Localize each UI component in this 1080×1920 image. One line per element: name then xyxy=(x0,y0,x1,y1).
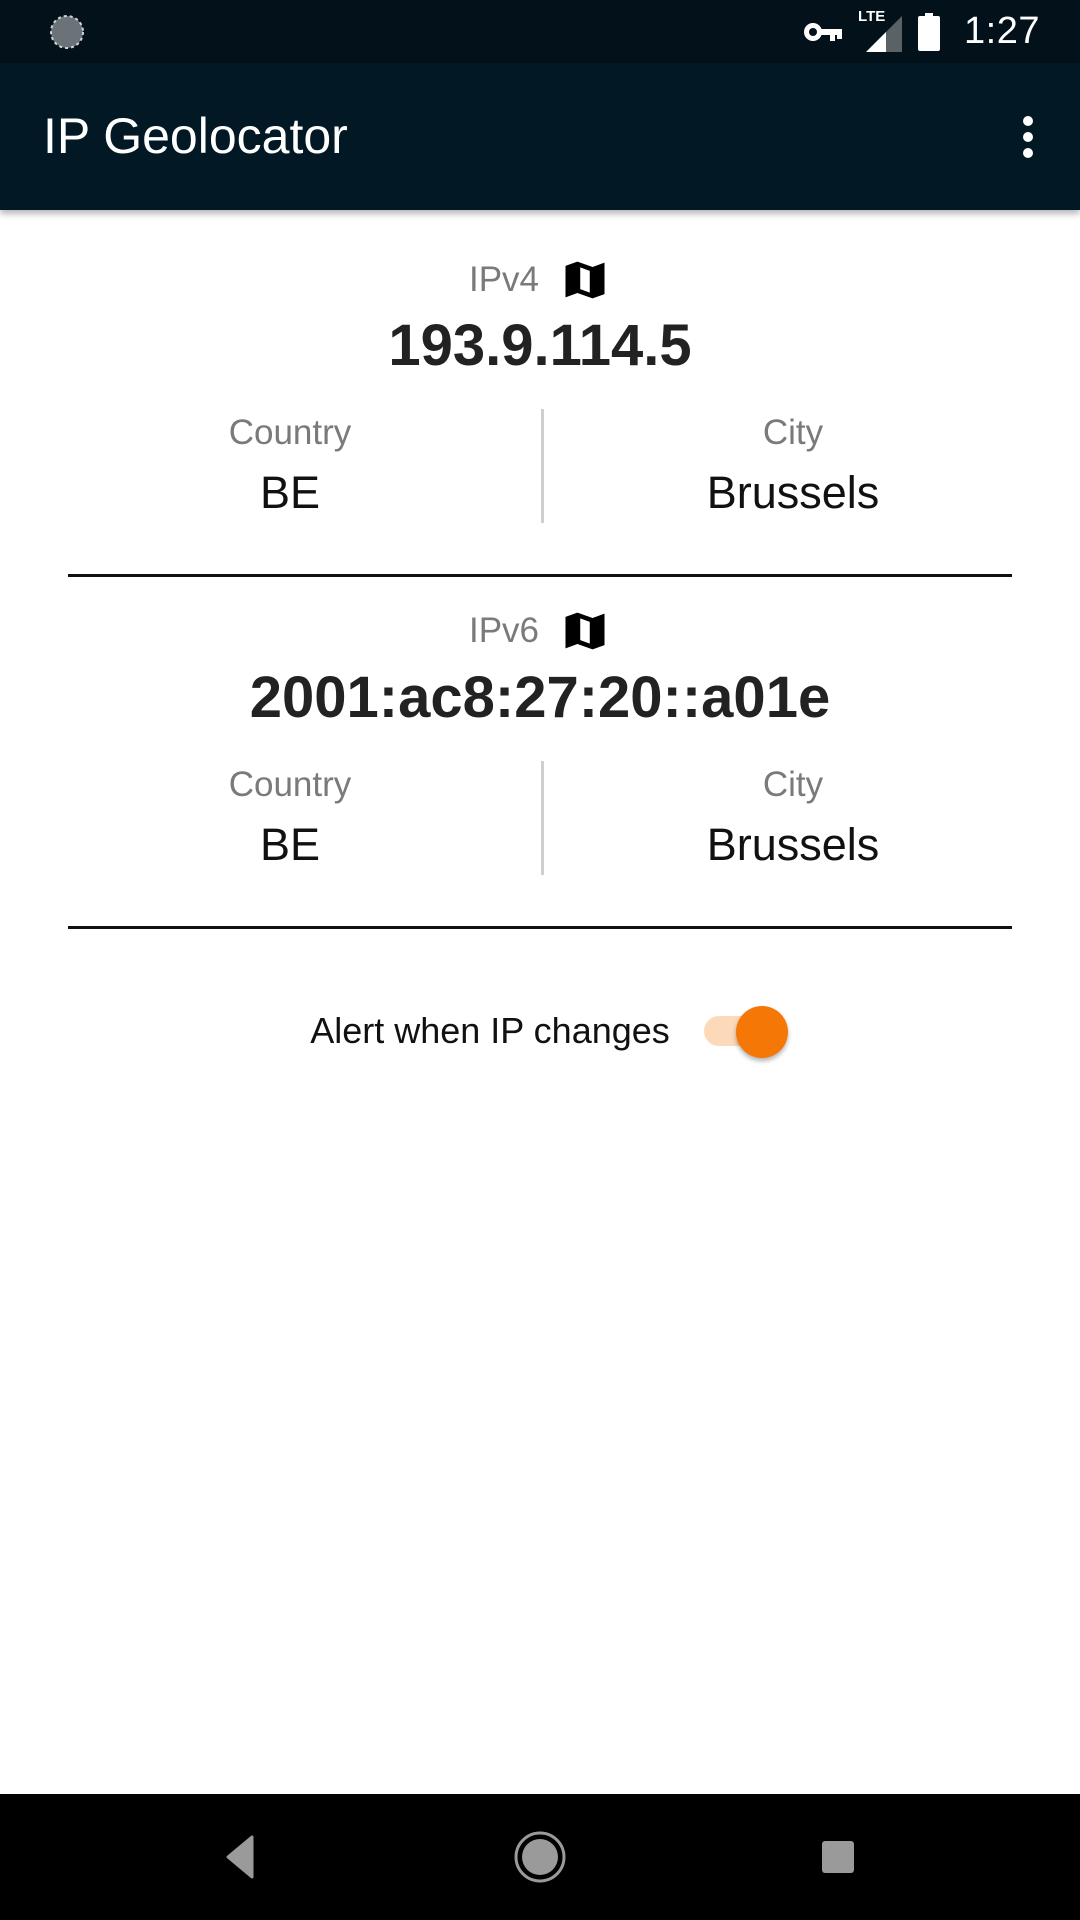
more-vert-icon[interactable] xyxy=(998,107,1058,167)
recents-button[interactable] xyxy=(803,1822,873,1892)
ipv6-address[interactable]: 2001:ac8:27:20::a01e xyxy=(0,664,1080,731)
country-value: BE xyxy=(259,467,321,518)
app-bar: IP Geolocator xyxy=(0,63,1080,210)
ipv4-address[interactable]: 193.9.114.5 xyxy=(0,312,1080,379)
section-divider xyxy=(68,574,1012,577)
vpn-key-icon xyxy=(804,22,843,41)
alert-label: Alert when IP changes xyxy=(310,1010,670,1051)
country-label: Country xyxy=(228,765,352,804)
system-nav-bar xyxy=(0,1794,1080,1920)
alert-toggle[interactable] xyxy=(700,1001,790,1061)
ipv4-country: Country BE xyxy=(40,413,540,519)
country-label: Country xyxy=(228,413,352,452)
ipv4-header: IPv4 xyxy=(0,250,1080,310)
home-icon xyxy=(514,1831,566,1883)
back-button[interactable] xyxy=(207,1822,277,1892)
sync-icon xyxy=(50,15,84,49)
ipv4-label: IPv4 xyxy=(468,260,540,299)
toggle-thumb xyxy=(735,1006,788,1058)
city-label: City xyxy=(762,765,824,804)
recents-icon xyxy=(822,1841,854,1873)
status-bar: LTE 1:27 xyxy=(0,0,1080,63)
map-icon[interactable] xyxy=(559,605,611,657)
city-value: Brussels xyxy=(706,467,880,518)
clock: 1:27 xyxy=(964,10,1040,52)
ipv6-label: IPv6 xyxy=(468,611,540,650)
city-value: Brussels xyxy=(706,819,880,870)
ipv6-country: Country BE xyxy=(40,765,540,871)
ipv6-header: IPv6 xyxy=(0,601,1080,661)
ipv6-city: City Brussels xyxy=(543,765,1043,871)
app-title: IP Geolocator xyxy=(43,108,348,164)
country-value: BE xyxy=(259,819,321,870)
back-icon xyxy=(226,1835,254,1879)
section-divider xyxy=(68,926,1012,929)
battery-icon xyxy=(918,12,941,51)
signal-lte-icon: LTE xyxy=(858,8,904,52)
alert-setting-row: Alert when IP changes xyxy=(0,998,1080,1064)
home-button[interactable] xyxy=(505,1822,575,1892)
map-icon[interactable] xyxy=(559,254,611,306)
city-label: City xyxy=(762,413,824,452)
ipv4-city: City Brussels xyxy=(543,413,1043,519)
